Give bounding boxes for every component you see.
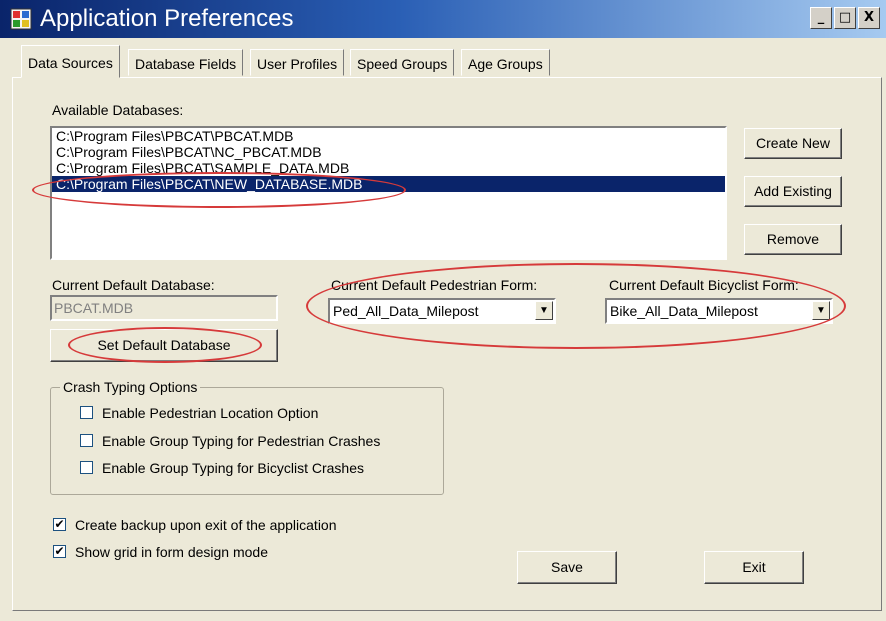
create-new-button[interactable]: Create New — [744, 128, 842, 159]
checkbox-label: Enable Group Typing for Bicyclist Crashe… — [102, 460, 364, 476]
maximize-icon: □ — [838, 10, 852, 25]
minimize-button[interactable]: _ — [810, 7, 832, 29]
checkbox-show-grid[interactable]: ✔ — [53, 545, 66, 558]
checkbox-label: Enable Pedestrian Location Option — [102, 405, 319, 421]
current-default-database-field: PBCAT.MDB — [50, 295, 278, 321]
annotation-oval — [306, 263, 846, 349]
checkmark-icon: ✔ — [54, 544, 65, 558]
list-item[interactable]: C:\Program Files\PBCAT\NC_PBCAT.MDB — [52, 144, 725, 160]
current-default-database-label: Current Default Database: — [52, 277, 215, 293]
annotation-oval — [68, 327, 262, 363]
checkbox-label: Create backup upon exit of the applicati… — [75, 517, 337, 533]
checkbox-label: Enable Group Typing for Pedestrian Crash… — [102, 433, 381, 449]
available-databases-label: Available Databases: — [52, 102, 184, 118]
save-button[interactable]: Save — [517, 551, 617, 584]
tab-age-groups[interactable]: Age Groups — [461, 49, 550, 76]
tab-user-profiles[interactable]: User Profiles — [250, 49, 345, 76]
tab-database-fields[interactable]: Database Fields — [128, 49, 244, 76]
exit-button[interactable]: Exit — [704, 551, 804, 584]
checkbox-group-typing-bicyclist[interactable] — [80, 461, 93, 474]
checkbox-create-backup[interactable]: ✔ — [53, 518, 66, 531]
window-title: Application Preferences — [40, 5, 294, 32]
maximize-button[interactable]: □ — [834, 7, 856, 29]
checkbox-pedestrian-location[interactable] — [80, 406, 93, 419]
remove-button[interactable]: Remove — [744, 224, 842, 255]
annotation-oval — [32, 172, 406, 208]
tab-speed-groups[interactable]: Speed Groups — [350, 49, 455, 76]
checkmark-icon: ✔ — [54, 517, 65, 531]
tab-data-sources[interactable]: Data Sources — [21, 45, 120, 78]
minimize-icon: _ — [817, 10, 825, 25]
close-icon: X — [863, 10, 875, 25]
checkbox-group-typing-pedestrian[interactable] — [80, 434, 93, 447]
app-icon — [10, 8, 32, 30]
checkbox-label: Show grid in form design mode — [75, 544, 268, 560]
add-existing-button[interactable]: Add Existing — [744, 176, 842, 207]
list-item[interactable]: C:\Program Files\PBCAT\PBCAT.MDB — [52, 128, 725, 144]
close-button[interactable]: X — [858, 7, 880, 29]
crash-typing-title: Crash Typing Options — [60, 378, 201, 396]
